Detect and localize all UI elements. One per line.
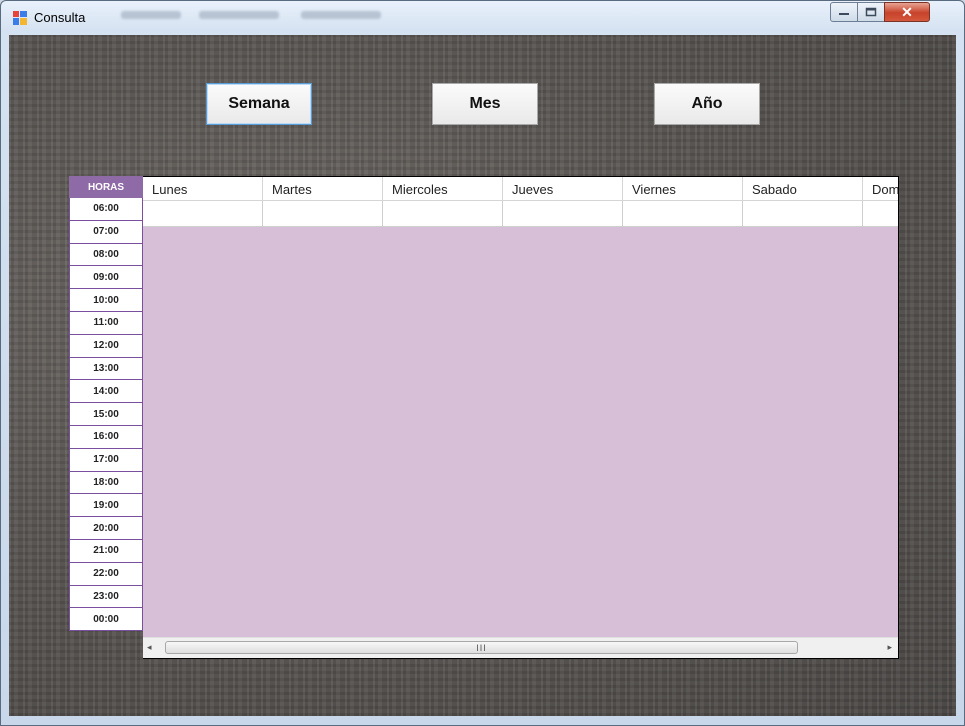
column-header-sabado[interactable]: Sabado <box>743 177 863 200</box>
hour-cell: 17:00 <box>69 448 143 472</box>
scroll-thumb[interactable]: III <box>165 641 798 654</box>
client-area: Semana Mes Año HORAS 06:00 07:00 08:00 0… <box>9 35 956 716</box>
ano-button[interactable]: Año <box>654 83 760 125</box>
column-header-jueves[interactable]: Jueves <box>503 177 623 200</box>
column-header-viernes[interactable]: Viernes <box>623 177 743 200</box>
grip-icon: III <box>476 643 487 653</box>
hour-cell: 10:00 <box>69 289 143 312</box>
hour-cell: 19:00 <box>69 494 143 518</box>
minimize-icon <box>839 13 849 15</box>
blurred-title-area <box>121 11 181 19</box>
table-cell[interactable] <box>623 201 743 227</box>
semana-button[interactable]: Semana <box>206 83 312 125</box>
hour-cell: 09:00 <box>69 266 143 290</box>
main-window: Consulta ✕ Semana Mes Año HORAS 06:00 07… <box>0 0 965 726</box>
hour-cell: 11:00 <box>69 311 143 335</box>
table-cell[interactable] <box>863 201 898 227</box>
window-title: Consulta <box>34 10 86 25</box>
close-button[interactable]: ✕ <box>884 2 930 22</box>
column-header-lunes[interactable]: Lunes <box>143 177 263 200</box>
table-cell[interactable] <box>263 201 383 227</box>
blurred-title-area <box>301 11 381 19</box>
title-bar[interactable]: Consulta ✕ <box>1 1 964 33</box>
table-cell[interactable] <box>383 201 503 227</box>
hour-cell: 15:00 <box>69 403 143 426</box>
table-cell[interactable] <box>143 201 263 227</box>
column-header-domingo[interactable]: Domingo <box>863 177 898 200</box>
maximize-button[interactable] <box>857 2 885 22</box>
hour-cell: 20:00 <box>69 517 143 540</box>
hour-cell: 06:00 <box>69 198 143 221</box>
column-header-row: Lunes Martes Miercoles Jueves Viernes Sa… <box>143 177 898 201</box>
table-row <box>143 201 898 227</box>
hours-column: HORAS 06:00 07:00 08:00 09:00 10:00 11:0… <box>69 176 143 632</box>
column-header-martes[interactable]: Martes <box>263 177 383 200</box>
schedule-grid[interactable]: Lunes Martes Miercoles Jueves Viernes Sa… <box>143 176 899 659</box>
table-cell[interactable] <box>503 201 623 227</box>
hour-cell: 23:00 <box>69 585 143 609</box>
hour-cell: 18:00 <box>69 471 143 495</box>
blurred-title-area <box>199 11 279 19</box>
app-icon <box>13 11 27 25</box>
maximize-icon <box>865 7 877 17</box>
hour-cell: 16:00 <box>69 425 143 449</box>
scroll-right-arrow-icon[interactable]: ▸ <box>887 642 892 653</box>
close-icon: ✕ <box>901 3 913 20</box>
hour-cell: 07:00 <box>69 220 143 244</box>
hour-cell: 00:00 <box>69 608 143 632</box>
minimize-button[interactable] <box>830 2 858 22</box>
hours-header: HORAS <box>69 176 143 198</box>
scroll-left-arrow-icon[interactable]: ◂ <box>147 642 152 653</box>
hour-cell: 14:00 <box>69 380 143 404</box>
horizontal-scrollbar[interactable]: ◂ III ▸ <box>143 637 898 658</box>
mes-button[interactable]: Mes <box>432 83 538 125</box>
hour-cell: 22:00 <box>69 562 143 586</box>
column-header-miercoles[interactable]: Miercoles <box>383 177 503 200</box>
hour-cell: 12:00 <box>69 334 143 358</box>
hour-cell: 08:00 <box>69 243 143 267</box>
table-cell[interactable] <box>743 201 863 227</box>
hour-cell: 21:00 <box>69 539 143 563</box>
hour-cell: 13:00 <box>69 357 143 381</box>
